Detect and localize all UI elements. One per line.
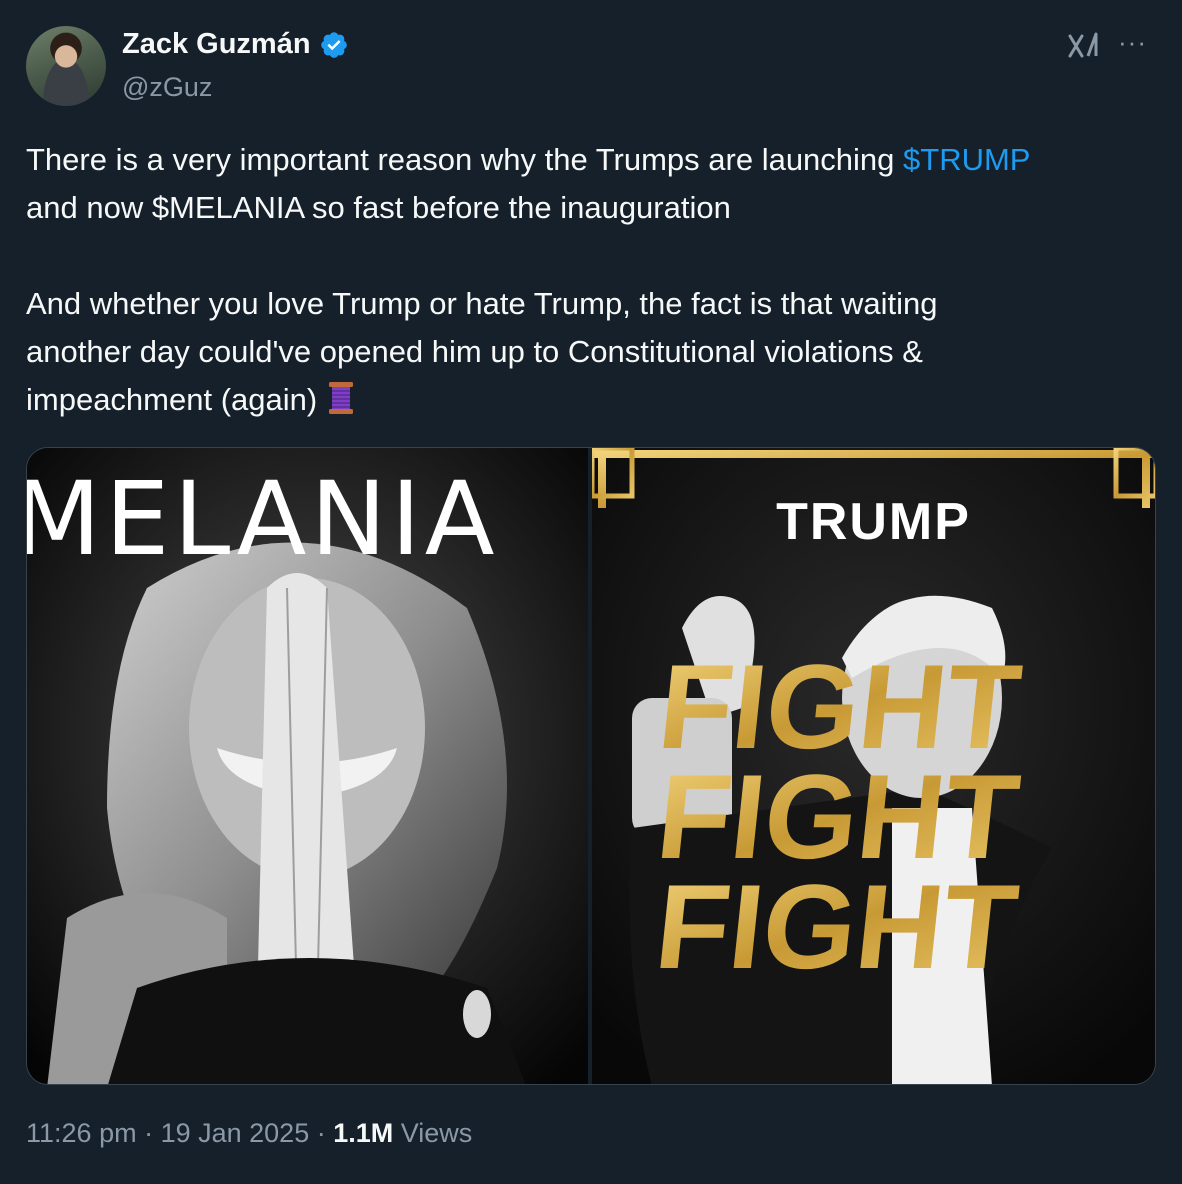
author-name-row[interactable]: Zack Guzmán	[122, 28, 349, 61]
tweet-text-part: and now $MELANIA so fast before the inau…	[26, 190, 938, 417]
trump-image[interactable]: FIGHT FIGHT FIGHT TRUMP	[592, 448, 1155, 1084]
author-avatar[interactable]	[26, 26, 106, 106]
author-name[interactable]: Zack Guzmán	[122, 28, 311, 61]
views-count: 1.1M	[333, 1118, 394, 1148]
tweet-text: There is a very important reason why the…	[26, 136, 1166, 424]
melania-image[interactable]: MELANIA	[27, 448, 588, 1084]
tweet-time[interactable]: 11:26 pm	[26, 1118, 137, 1148]
meta-separator: ·	[309, 1118, 334, 1148]
thread-spool-icon	[328, 382, 353, 414]
tweet-text-part: There is a very important reason why the…	[26, 142, 904, 177]
cashtag-link[interactable]: $TRUMP	[903, 142, 1030, 177]
grok-icon[interactable]	[1066, 28, 1102, 64]
tweet-date[interactable]: 19 Jan 2025	[161, 1118, 310, 1148]
media-grid[interactable]: MELANIA FIGHT FIGHT FIGHT TRUMP	[26, 447, 1156, 1085]
views-label: Views	[393, 1118, 473, 1148]
meta-separator: ·	[136, 1118, 161, 1148]
fight-word-3: FIGHT	[650, 860, 1024, 994]
trump-title: TRUMP	[776, 493, 971, 551]
melania-title: MELANIA	[27, 460, 499, 579]
tweet-meta: 11:26 pm · 19 Jan 2025 · 1.1M Views	[26, 1118, 472, 1149]
verified-badge-icon	[320, 31, 347, 58]
more-options-icon[interactable]: ···	[1118, 28, 1158, 64]
author-handle[interactable]: @zGuz	[122, 72, 212, 103]
